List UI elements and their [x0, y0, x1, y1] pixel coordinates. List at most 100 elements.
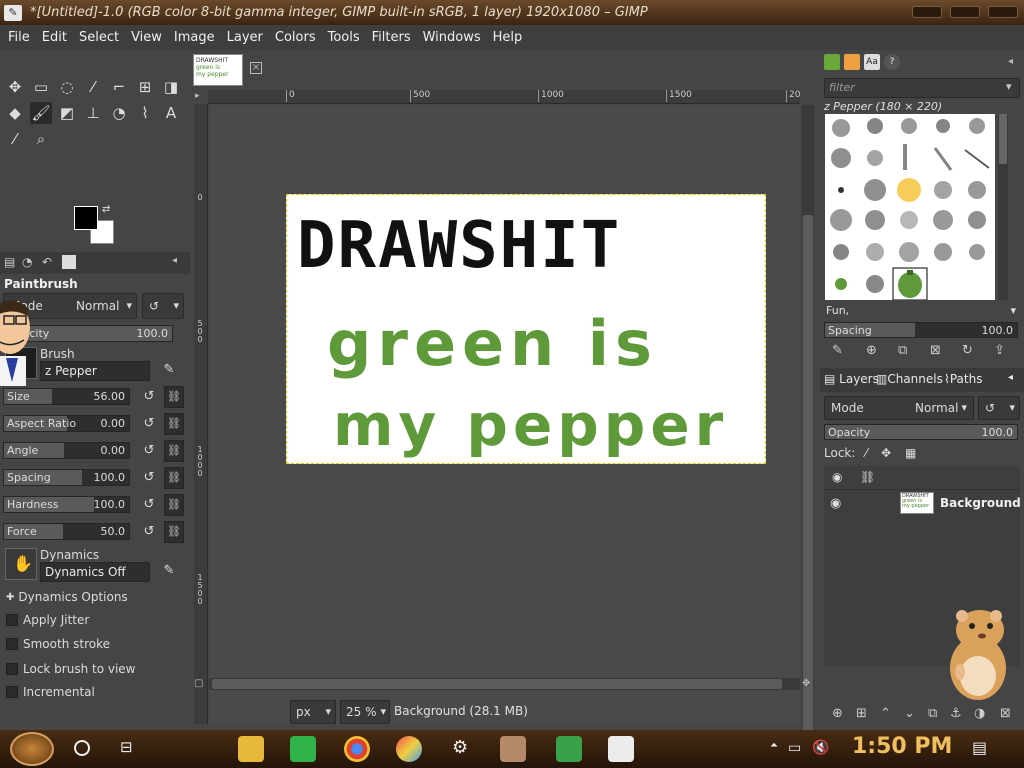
- fuzzy-select-tool-icon[interactable]: ⁄: [82, 76, 104, 98]
- hardness-link-icon[interactable]: ⛓: [164, 494, 184, 516]
- anchor-layer-icon[interactable]: ⚓: [950, 706, 962, 721]
- aspect-reset-icon[interactable]: ↺: [140, 415, 158, 433]
- smooth-stroke-checkbox[interactable]: Smooth stroke: [6, 635, 110, 653]
- paint-app-icon[interactable]: [396, 736, 422, 762]
- checkbox[interactable]: [6, 663, 18, 675]
- vertical-scrollbar[interactable]: [802, 105, 814, 735]
- brush-name-field[interactable]: z Pepper: [40, 361, 150, 381]
- scroll-thumb[interactable]: [999, 114, 1007, 164]
- tab-menu-icon[interactable]: ◂: [1008, 56, 1013, 67]
- spacing-link-icon[interactable]: ⛓: [164, 467, 184, 489]
- spacing-slider[interactable]: Spacing 100.0: [3, 469, 130, 486]
- file-explorer-icon[interactable]: [238, 736, 264, 762]
- brushes-tab-icon[interactable]: [824, 54, 840, 70]
- tab-channels[interactable]: ▥Channels: [876, 372, 943, 386]
- size-reset-icon[interactable]: ↺: [140, 388, 158, 406]
- menu-help[interactable]: Help: [487, 30, 529, 45]
- eye-icon[interactable]: ◉: [830, 496, 841, 511]
- edit-dynamics-icon[interactable]: ✎: [160, 562, 178, 580]
- lasso-tool-icon[interactable]: ◌: [56, 76, 78, 98]
- tray-expand-icon[interactable]: ⏶: [770, 740, 778, 751]
- gimp-app-icon[interactable]: ✎: [4, 4, 22, 21]
- dynamics-field[interactable]: Dynamics Off: [40, 562, 150, 582]
- transform-tool-icon[interactable]: ⊞: [134, 76, 156, 98]
- smudge-tool-icon[interactable]: ◔: [108, 102, 130, 124]
- brush-tag-select[interactable]: Fun, ▾: [824, 302, 1020, 320]
- patterns-tab-icon[interactable]: [844, 54, 860, 70]
- new-layer-group-icon[interactable]: ⊞: [856, 706, 867, 721]
- hardness-slider[interactable]: Hardness 100.0: [3, 496, 130, 513]
- menu-colors[interactable]: Colors: [269, 30, 322, 45]
- search-icon[interactable]: [74, 740, 90, 756]
- color-picker-tool-icon[interactable]: ⁄: [4, 128, 26, 150]
- navigate-icon[interactable]: ✥: [802, 678, 810, 689]
- bucket-fill-tool-icon[interactable]: ◆: [4, 102, 26, 124]
- chrome-icon[interactable]: [344, 736, 370, 762]
- aspect-link-icon[interactable]: ⛓: [164, 413, 184, 435]
- scroll-thumb[interactable]: [212, 679, 782, 689]
- clone-tool-icon[interactable]: ⊥: [82, 102, 104, 124]
- fonts-tab-icon[interactable]: Aa: [864, 54, 880, 70]
- lower-layer-icon[interactable]: ⌄: [904, 706, 915, 721]
- quick-mask-icon[interactable]: ▢: [194, 678, 203, 689]
- notifications-icon[interactable]: ▤: [972, 738, 987, 757]
- dynamics-options-expander[interactable]: ✚ Dynamics Options: [6, 588, 128, 606]
- menu-edit[interactable]: Edit: [36, 30, 73, 45]
- eraser-tool-icon[interactable]: ◩: [56, 102, 78, 124]
- spacing-reset-icon[interactable]: ↺: [140, 469, 158, 487]
- layer-mode-reset-combo[interactable]: ↺ ▾: [978, 396, 1020, 420]
- close-icon[interactable]: ×: [250, 62, 262, 74]
- volume-muted-icon[interactable]: 🔇: [812, 740, 829, 756]
- menu-select[interactable]: Select: [73, 30, 125, 45]
- incremental-checkbox[interactable]: Incremental: [6, 683, 95, 701]
- minimize-button[interactable]: [912, 6, 942, 18]
- ruler-corner-icon[interactable]: ▸: [195, 91, 200, 101]
- brush-grid[interactable]: [825, 114, 995, 300]
- brush-grid-scrollbar[interactable]: [998, 114, 1008, 300]
- start-button[interactable]: [10, 732, 54, 766]
- delete-layer-icon[interactable]: ⊠: [1000, 706, 1011, 721]
- fg-bg-colors[interactable]: ⇄: [74, 204, 118, 246]
- rect-select-tool-icon[interactable]: ▭: [30, 76, 52, 98]
- aspect-ratio-slider[interactable]: Aspect Ratio 0.00: [3, 415, 130, 432]
- image-tab-thumbnail[interactable]: DRAWSHIT green is my pepper: [193, 54, 243, 86]
- network-icon[interactable]: ▭: [788, 740, 801, 756]
- vertical-ruler[interactable]: 0 5 0 0 1 0 0 0 1 5 0 0: [194, 104, 208, 724]
- menu-image[interactable]: Image: [168, 30, 221, 45]
- refresh-brushes-icon[interactable]: ↻: [962, 343, 973, 358]
- gimp-taskbar-icon[interactable]: [608, 736, 634, 762]
- images-tab-icon[interactable]: [62, 255, 76, 269]
- layer-row[interactable]: ◉ DRAWSHIT green is my pepper Background: [824, 492, 1021, 516]
- duplicate-layer-icon[interactable]: ⧉: [928, 706, 937, 721]
- raise-layer-icon[interactable]: ⌃: [880, 706, 891, 721]
- chevron-down-icon[interactable]: ▾: [1006, 80, 1012, 93]
- hardness-reset-icon[interactable]: ↺: [140, 496, 158, 514]
- tab-menu-icon[interactable]: ◂: [172, 255, 186, 269]
- lock-brush-checkbox[interactable]: Lock brush to view: [6, 660, 136, 678]
- undo-history-tab-icon[interactable]: ↶: [42, 255, 56, 269]
- task-view-icon[interactable]: ⊟: [120, 738, 133, 756]
- foreground-color-swatch[interactable]: [74, 206, 98, 230]
- layer-mode-select[interactable]: Mode Normal ▾: [824, 396, 974, 420]
- brush-filter-input[interactable]: filter: [824, 78, 1020, 98]
- menu-tools[interactable]: Tools: [322, 30, 366, 45]
- download-app-icon[interactable]: [556, 736, 582, 762]
- mask-layer-icon[interactable]: ◑: [974, 706, 985, 721]
- checkbox[interactable]: [6, 614, 18, 626]
- duplicate-brush-icon[interactable]: ⧉: [898, 343, 907, 358]
- horizontal-scrollbar[interactable]: [209, 678, 800, 690]
- angle-reset-icon[interactable]: ↺: [140, 442, 158, 460]
- clock[interactable]: 1:50 PM: [852, 734, 952, 759]
- brush-spacing-slider[interactable]: Spacing 100.0: [824, 322, 1018, 338]
- angle-link-icon[interactable]: ⛓: [164, 440, 184, 462]
- maximize-button[interactable]: [950, 6, 980, 18]
- swap-colors-icon[interactable]: ⇄: [102, 204, 110, 215]
- zoom-select[interactable]: 25 % ▾: [340, 700, 390, 724]
- menu-filters[interactable]: Filters: [366, 30, 417, 45]
- edit-brush-icon[interactable]: ✎: [160, 361, 178, 379]
- paths-tool-icon[interactable]: ⌇: [134, 102, 156, 124]
- tab-menu-icon[interactable]: ◂: [1008, 372, 1013, 383]
- crop-tool-icon[interactable]: ⌐: [108, 76, 130, 98]
- pinned-app-icon[interactable]: [500, 736, 526, 762]
- device-status-tab-icon[interactable]: ◔: [22, 255, 36, 269]
